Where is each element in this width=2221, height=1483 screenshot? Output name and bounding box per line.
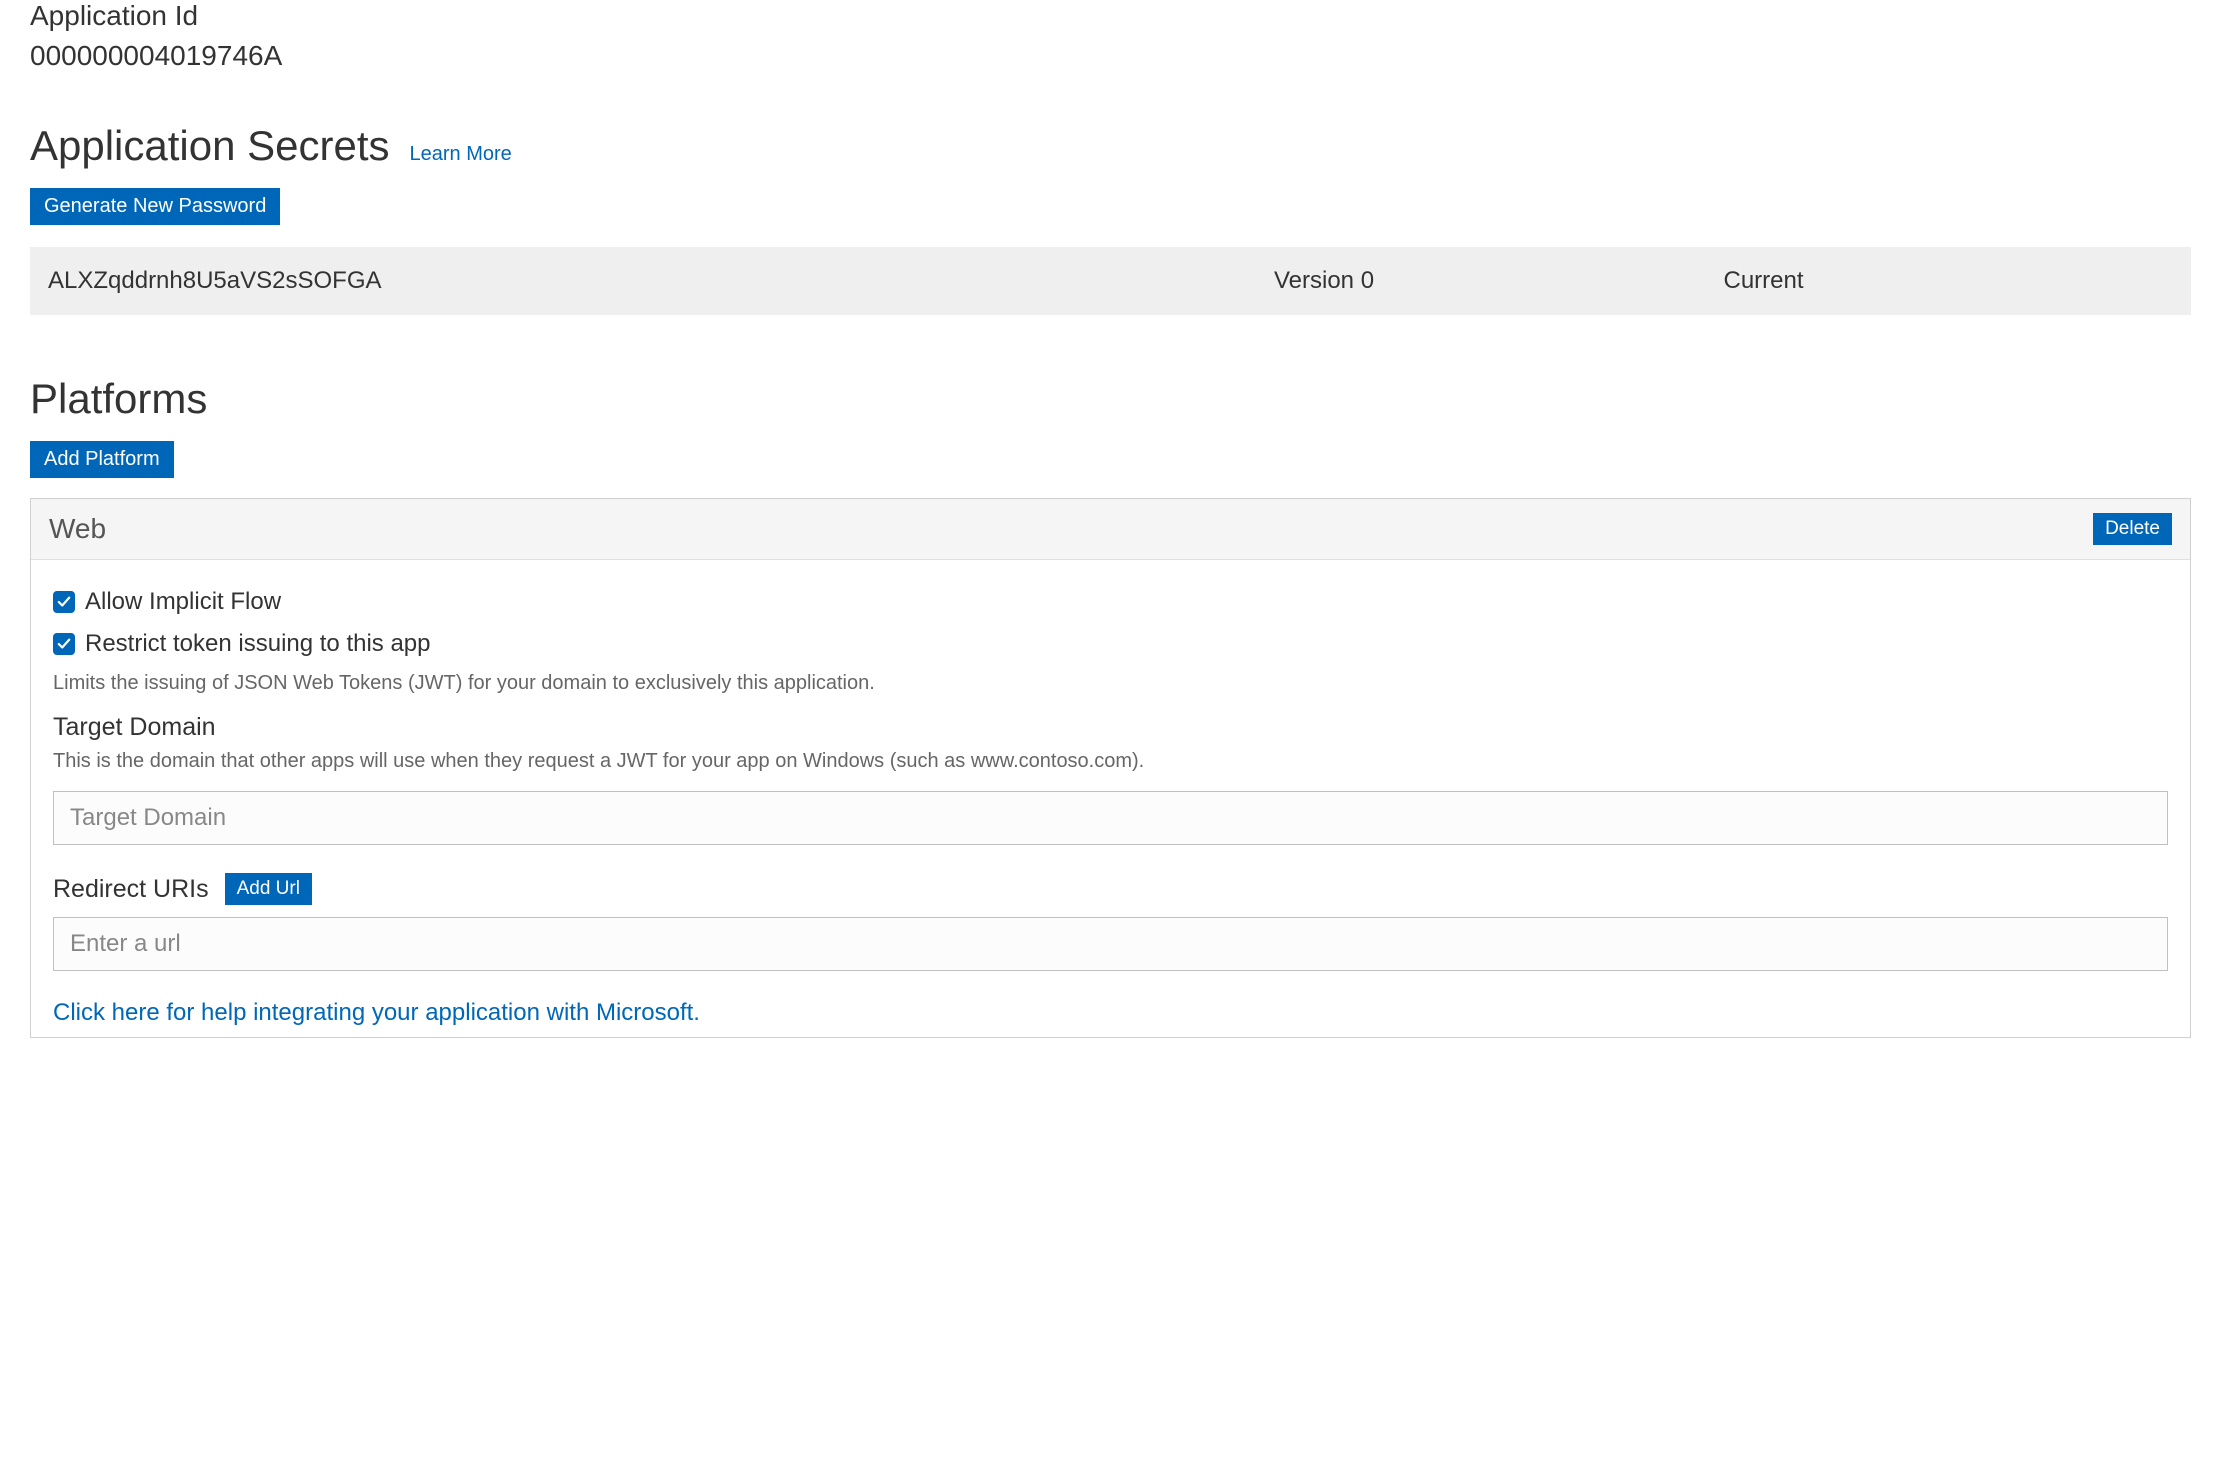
check-icon	[57, 637, 71, 651]
web-platform-body: Allow Implicit Flow Restrict token issui…	[31, 560, 2190, 1037]
delete-button[interactable]: Delete	[2093, 513, 2172, 545]
web-platform-title: Web	[49, 513, 106, 545]
allow-implicit-flow-label: Allow Implicit Flow	[85, 588, 281, 616]
application-id-section: Application Id 000000004019746A	[30, 0, 2191, 72]
restrict-token-label: Restrict token issuing to this app	[85, 630, 431, 658]
allow-implicit-flow-row: Allow Implicit Flow	[53, 588, 2168, 616]
target-domain-help: This is the domain that other apps will …	[53, 750, 2168, 773]
application-id-value: 000000004019746A	[30, 40, 2191, 72]
check-icon	[57, 595, 71, 609]
restrict-token-row: Restrict token issuing to this app	[53, 630, 2168, 658]
integration-help-link[interactable]: Click here for help integrating your app…	[53, 999, 700, 1027]
learn-more-link[interactable]: Learn More	[410, 143, 512, 166]
application-id-label: Application Id	[30, 0, 2191, 32]
platforms-heading: Platforms	[30, 375, 207, 423]
application-secrets-section: Application Secrets Learn More Generate …	[30, 122, 2191, 315]
secrets-heading: Application Secrets	[30, 122, 390, 170]
restrict-token-help: Limits the issuing of JSON Web Tokens (J…	[53, 672, 2168, 695]
allow-implicit-flow-checkbox[interactable]	[53, 591, 75, 613]
restrict-token-checkbox[interactable]	[53, 633, 75, 655]
add-url-button[interactable]: Add Url	[225, 873, 312, 905]
redirect-uri-input[interactable]	[53, 917, 2168, 971]
secret-status: Current	[1723, 267, 2173, 295]
secret-row: ALXZqddrnh8U5aVS2sSOFGA Version 0 Curren…	[30, 247, 2191, 315]
target-domain-label: Target Domain	[53, 713, 2168, 742]
secret-key: ALXZqddrnh8U5aVS2sSOFGA	[48, 267, 1274, 295]
add-platform-button[interactable]: Add Platform	[30, 441, 174, 478]
platforms-section: Platforms Add Platform Web Delete Allow …	[30, 375, 2191, 1038]
web-platform-card: Web Delete Allow Implicit Flow Restrict …	[30, 498, 2191, 1038]
web-platform-header: Web Delete	[31, 499, 2190, 560]
generate-new-password-button[interactable]: Generate New Password	[30, 188, 280, 225]
secret-version: Version 0	[1274, 267, 1724, 295]
target-domain-input[interactable]	[53, 791, 2168, 845]
redirect-uris-row: Redirect URIs Add Url	[53, 873, 2168, 905]
redirect-uris-label: Redirect URIs	[53, 875, 209, 904]
